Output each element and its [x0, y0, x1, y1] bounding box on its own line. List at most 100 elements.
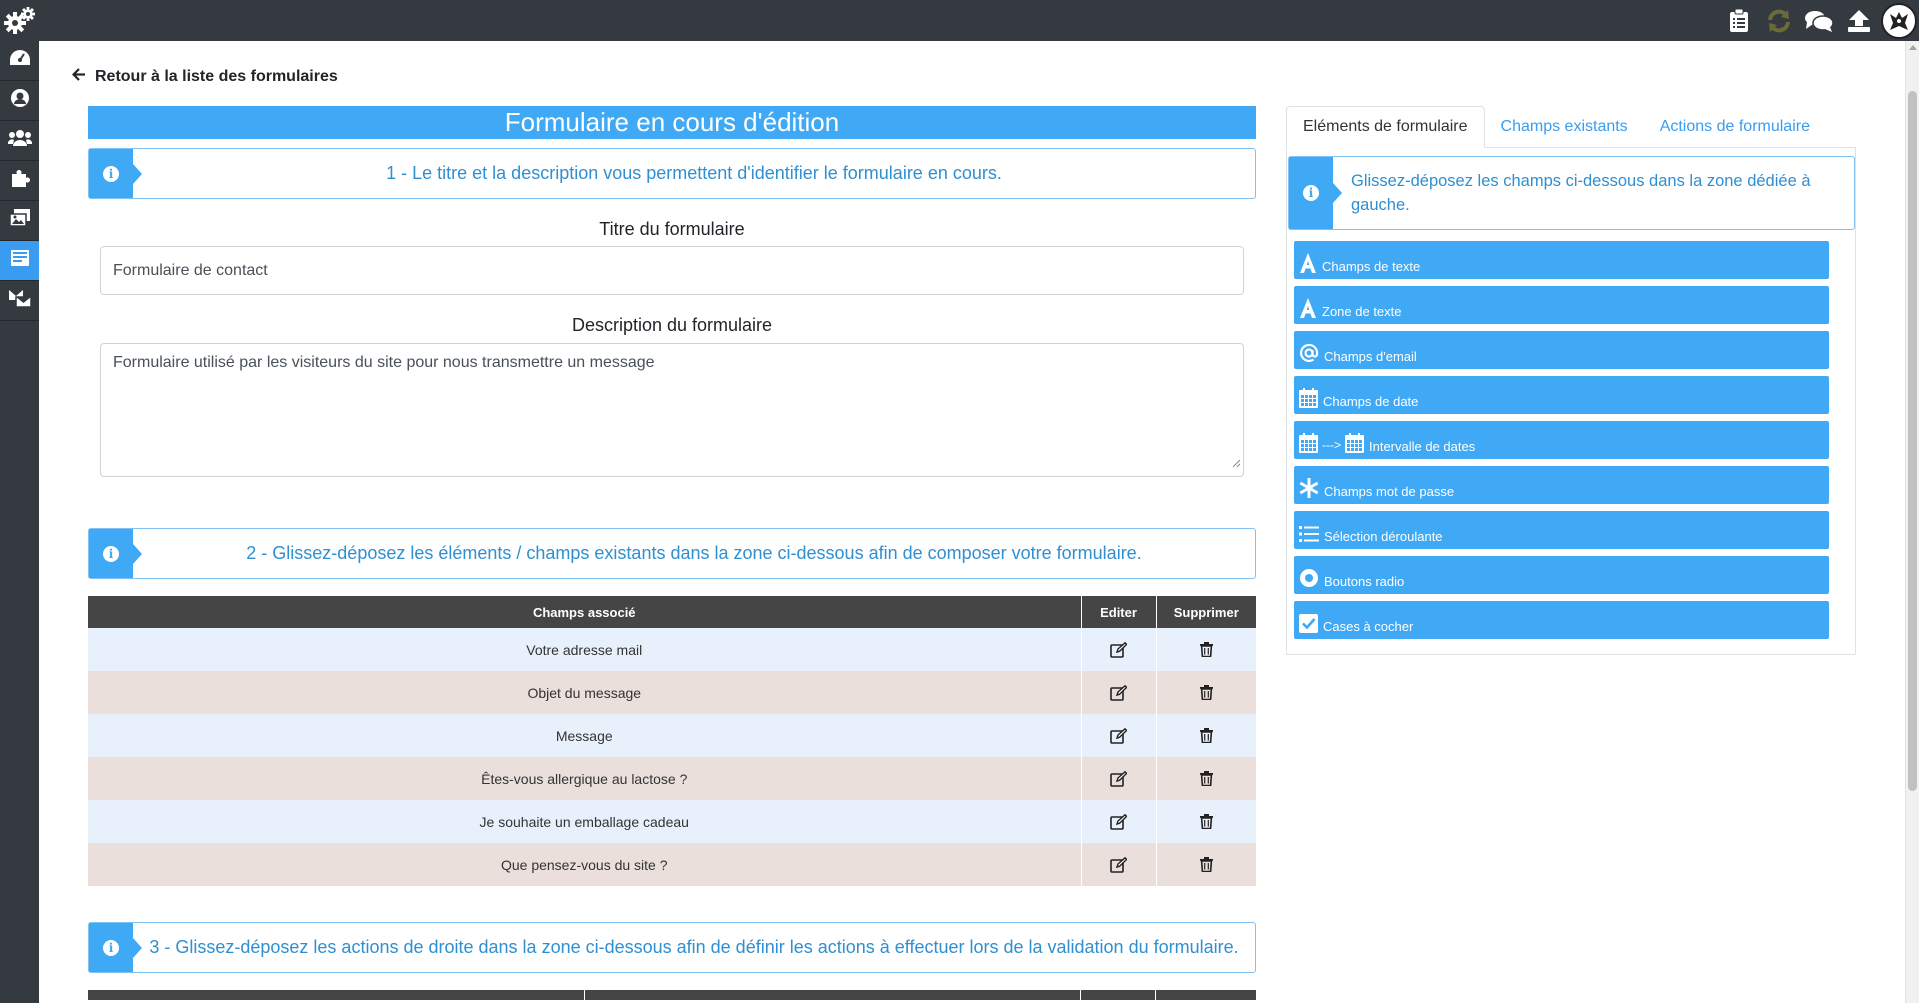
- fields-table: Champs associé Editer Supprimer Votre ad…: [88, 596, 1256, 886]
- form-element-checkbox[interactable]: Cases à cocher: [1294, 601, 1829, 639]
- delete-icon[interactable]: [1195, 854, 1217, 876]
- chat-icon[interactable]: [1799, 0, 1839, 41]
- step2-info: i 2 - Glissez-déposez les éléments / cha…: [88, 528, 1256, 579]
- table-row: Votre adresse mail: [88, 628, 1256, 671]
- step3-info: i 3 - Glissez-déposez les actions de dro…: [88, 922, 1256, 973]
- settings-gears-icon[interactable]: [0, 2, 39, 40]
- edit-icon[interactable]: [1108, 854, 1130, 876]
- edit-icon[interactable]: [1108, 725, 1130, 747]
- arrow-left-icon: [71, 68, 86, 86]
- delete-icon[interactable]: [1195, 725, 1217, 747]
- delete-icon[interactable]: [1195, 682, 1217, 704]
- step1-text: 1 - Le titre et la description vous perm…: [386, 163, 1002, 183]
- sidebar-item-dashboard[interactable]: [0, 41, 39, 81]
- delete-icon[interactable]: [1195, 768, 1217, 790]
- description-text: Formulaire utilisé par les visiteurs du …: [113, 354, 655, 371]
- tab-existing-fields[interactable]: Champs existants: [1485, 106, 1644, 147]
- tab-form-elements[interactable]: Eléments de formulaire: [1286, 106, 1485, 148]
- table-row: Que pensez-vous du site ?: [88, 843, 1256, 886]
- range-arrow: --->: [1322, 438, 1341, 452]
- sidebar-item-forms[interactable]: [0, 241, 39, 281]
- form-element-label: Sélection déroulante: [1324, 529, 1443, 544]
- form-element-label: Intervalle de dates: [1369, 439, 1476, 454]
- edit-icon[interactable]: [1108, 811, 1130, 833]
- form-element-label: Champs d'email: [1324, 349, 1417, 364]
- form-element-asterisk[interactable]: Champs mot de passe: [1294, 466, 1829, 504]
- delete-icon[interactable]: [1195, 639, 1217, 661]
- form-element-label: Champs de date: [1323, 394, 1419, 409]
- form-element-at-sign[interactable]: Champs d'email: [1294, 331, 1829, 369]
- field-name: Votre adresse mail: [88, 628, 1082, 671]
- form-element-label: Boutons radio: [1324, 574, 1405, 589]
- list-icon: [1299, 525, 1319, 543]
- upload-icon[interactable]: [1839, 0, 1879, 41]
- delete-icon[interactable]: [1195, 811, 1217, 833]
- left-sidebar: [0, 41, 39, 1003]
- info-icon: i: [1303, 185, 1319, 201]
- sidebar-item-modules[interactable]: [0, 161, 39, 201]
- table-row: Êtes-vous allergique au lactose ?: [88, 757, 1256, 800]
- form-element-list[interactable]: Sélection déroulante: [1294, 511, 1829, 549]
- column-header-field: Champs associé: [88, 596, 1082, 628]
- users-icon: [7, 129, 32, 152]
- info-icon: i: [103, 545, 119, 562]
- step3-text: 3 - Glissez-déposez les actions de droit…: [149, 937, 1239, 957]
- table-row: Je souhaite un emballage cadeau: [88, 800, 1256, 843]
- form-element-label: Champs de texte: [1322, 259, 1421, 274]
- table-row: Objet du message: [88, 671, 1256, 714]
- field-name: Que pensez-vous du site ?: [88, 843, 1082, 886]
- sidebar-item-media[interactable]: [0, 201, 39, 241]
- calendar-range-icon: [1299, 433, 1318, 453]
- column-header-edit: Editer: [1081, 596, 1157, 628]
- form-element-calendar[interactable]: Champs de date: [1294, 376, 1829, 414]
- scroll-up-icon[interactable]: [1909, 45, 1917, 50]
- info-icon: i: [103, 165, 119, 182]
- form-element-radio[interactable]: Boutons radio: [1294, 556, 1829, 594]
- sidebar-item-messages[interactable]: [0, 281, 39, 321]
- edit-icon[interactable]: [1108, 682, 1130, 704]
- tab-form-actions[interactable]: Actions de formulaire: [1644, 106, 1826, 147]
- images-icon: [8, 208, 31, 233]
- forms-icon: [10, 249, 30, 272]
- field-name: Je souhaite un emballage cadeau: [88, 800, 1082, 843]
- description-label: Description du formulaire: [571, 315, 773, 335]
- calendar-icon: [1299, 388, 1318, 408]
- page-scrollbar[interactable]: [1905, 41, 1919, 1003]
- form-element-letter-a[interactable]: Champs de texte: [1294, 241, 1829, 279]
- asterisk-icon: [1299, 478, 1319, 498]
- calendar-icon: [1345, 433, 1364, 453]
- form-element-calendar-range[interactable]: ---> Intervalle de dates: [1294, 421, 1829, 459]
- step1-info: i 1 - Le titre et la description vous pe…: [88, 148, 1256, 199]
- page-title: Formulaire en cours d'édition: [88, 106, 1256, 139]
- panel-info: i Glissez-déposez les champs ci-dessous …: [1288, 156, 1855, 230]
- edit-icon[interactable]: [1108, 768, 1130, 790]
- panel-info-text: Glissez-déposez les champs ci-dessous da…: [1351, 172, 1811, 214]
- dashboard-icon: [9, 49, 31, 72]
- step2-text: 2 - Glissez-déposez les éléments / champ…: [246, 543, 1142, 563]
- scroll-thumb[interactable]: [1908, 91, 1917, 791]
- table-row: Message: [88, 714, 1256, 757]
- panel-tabs: Eléments de formulaire Champs existants …: [1286, 106, 1856, 148]
- form-element-label: Champs mot de passe: [1324, 484, 1455, 499]
- form-title-input[interactable]: Formulaire de contact: [100, 246, 1244, 295]
- sidebar-item-profile[interactable]: [0, 81, 39, 121]
- user-avatar[interactable]: [1879, 0, 1919, 41]
- sync-icon[interactable]: [1759, 0, 1799, 41]
- back-to-forms-link[interactable]: Retour à la liste des formulaires: [71, 68, 338, 86]
- info-icon: i: [103, 939, 119, 956]
- checkbox-icon: [1299, 614, 1318, 633]
- clipboard-icon[interactable]: [1719, 0, 1759, 41]
- tab-content: i Glissez-déposez les champs ci-dessous …: [1286, 148, 1856, 655]
- letter-a-icon: [1299, 253, 1317, 273]
- puzzle-icon: [10, 168, 30, 193]
- column-header-delete: Supprimer: [1156, 596, 1256, 628]
- elements-panel: Eléments de formulaire Champs existants …: [1286, 106, 1856, 655]
- sidebar-item-users[interactable]: [0, 121, 39, 161]
- field-name: Objet du message: [88, 671, 1082, 714]
- resize-handle-icon[interactable]: [1232, 454, 1241, 474]
- form-editor: Formulaire en cours d'édition i 1 - Le t…: [88, 106, 1256, 1000]
- edit-icon[interactable]: [1108, 639, 1130, 661]
- form-element-letter-a[interactable]: Zone de texte: [1294, 286, 1829, 324]
- actions-table-header: [88, 990, 1256, 1000]
- form-description-textarea[interactable]: Formulaire utilisé par les visiteurs du …: [100, 343, 1244, 477]
